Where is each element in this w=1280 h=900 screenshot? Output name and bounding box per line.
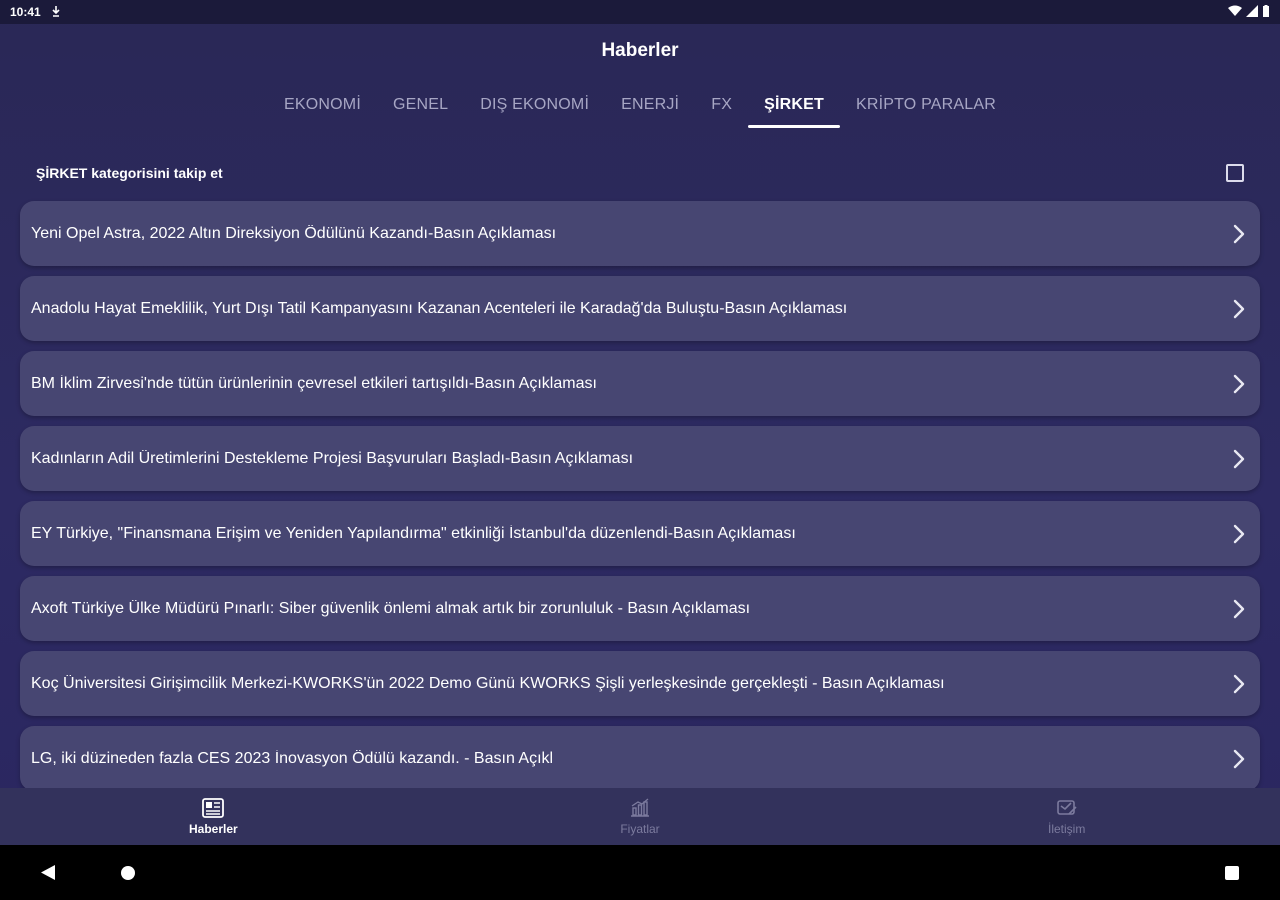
chevron-right-icon (1233, 599, 1245, 618)
status-time: 10:41 (10, 5, 41, 19)
news-list: Yeni Opel Astra, 2022 Altın Direksiyon Ö… (20, 201, 1260, 801)
news-title: Kadınların Adil Üretimlerini Destekleme … (31, 449, 634, 467)
tab-sirket[interactable]: ŞİRKET (748, 88, 840, 128)
tab-fx[interactable]: FX (695, 88, 748, 126)
nav-fiyatlar[interactable]: Fiyatlar (427, 788, 854, 845)
chevron-right-icon (1233, 449, 1245, 468)
list-item[interactable]: Kadınların Adil Üretimlerini Destekleme … (20, 426, 1260, 491)
tab-genel[interactable]: GENEL (377, 88, 464, 126)
list-item[interactable]: Yeni Opel Astra, 2022 Altın Direksiyon Ö… (20, 201, 1260, 266)
recents-icon[interactable] (1224, 865, 1240, 881)
system-navigation-bar (0, 845, 1280, 900)
tab-ekonomi[interactable]: EKONOMİ (268, 88, 377, 126)
nav-label: Haberler (188, 821, 238, 836)
list-item[interactable]: Anadolu Hayat Emeklilik, Yurt Dışı Tatil… (20, 276, 1260, 341)
contact-icon (1056, 799, 1077, 815)
list-item[interactable]: Koç Üniversitesi Girişimcilik Merkezi-KW… (20, 651, 1260, 716)
chevron-right-icon (1233, 299, 1245, 318)
list-item[interactable]: EY Türkiye, "Finansmana Erişim ve Yenide… (20, 501, 1260, 566)
news-title: Koç Üniversitesi Girişimcilik Merkezi-KW… (31, 674, 945, 692)
home-icon[interactable] (120, 865, 136, 881)
news-title: LG, iki düzineden fazla CES 2023 İnovasy… (31, 749, 554, 767)
bottom-navigation: Haberler Fiyatlar İletişim (0, 788, 1280, 845)
newspaper-icon (202, 797, 225, 818)
chevron-right-icon (1233, 374, 1245, 393)
list-item[interactable]: LG, iki düzineden fazla CES 2023 İnovasy… (20, 726, 1260, 791)
chevron-right-icon (1233, 674, 1245, 693)
nav-haberler[interactable]: Haberler (0, 788, 427, 845)
tab-kripto-paralar[interactable]: KRİPTO PARALAR (840, 88, 1012, 126)
nav-label: Fiyatlar (620, 821, 660, 836)
news-title: BM İklim Zirvesi'nde tütün ürünlerinin ç… (31, 374, 597, 392)
nav-label: İletişim (1048, 821, 1086, 836)
follow-label: ŞİRKET kategorisini takip et (36, 165, 223, 181)
news-title: Yeni Opel Astra, 2022 Altın Direksiyon Ö… (31, 224, 557, 242)
chevron-right-icon (1233, 224, 1245, 243)
download-icon (51, 5, 61, 20)
chevron-right-icon (1233, 524, 1245, 543)
list-item[interactable]: BM İklim Zirvesi'nde tütün ürünlerinin ç… (20, 351, 1260, 416)
chart-icon (631, 798, 649, 817)
nav-iletisim[interactable]: İletişim (853, 788, 1280, 845)
page-title: Haberler (601, 40, 679, 61)
tab-dis-ekonomi[interactable]: DIŞ EKONOMİ (464, 88, 605, 126)
back-icon[interactable] (40, 864, 56, 881)
follow-category-row: ŞİRKET kategorisini takip et (36, 160, 1244, 186)
wifi-icon (1228, 5, 1242, 20)
status-bar: 10:41 (0, 0, 1280, 24)
news-title: Axoft Türkiye Ülke Müdürü Pınarlı: Siber… (31, 599, 751, 617)
chevron-right-icon (1233, 749, 1245, 768)
battery-icon (1262, 4, 1270, 20)
signal-icon (1246, 4, 1258, 20)
news-title: EY Türkiye, "Finansmana Erişim ve Yenide… (31, 524, 796, 542)
follow-checkbox[interactable] (1226, 164, 1244, 182)
news-title: Anadolu Hayat Emeklilik, Yurt Dışı Tatil… (31, 299, 848, 317)
list-item[interactable]: Axoft Türkiye Ülke Müdürü Pınarlı: Siber… (20, 576, 1260, 641)
tab-enerji[interactable]: ENERJİ (605, 88, 695, 126)
category-tabs: EKONOMİ GENEL DIŞ EKONOMİ ENERJİ FX ŞİRK… (0, 88, 1280, 128)
